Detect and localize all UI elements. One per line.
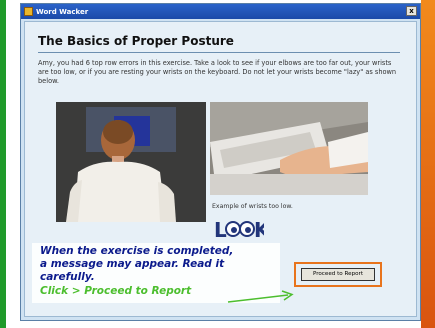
- lesson-intro: Amy, you had 6 top row errors in this ex…: [38, 59, 397, 85]
- look-eyes-icon: L K: [214, 218, 264, 240]
- pointer-arrow-icon: [227, 290, 294, 303]
- proceed-to-report-button[interactable]: Proceed to Report: [301, 268, 375, 281]
- note-line-2: a message may appear. Read it: [40, 258, 225, 270]
- note-line-1: When the exercise is completed,: [40, 245, 234, 257]
- wrist-photo-illustration: [210, 102, 368, 195]
- lesson-heading: The Basics of Proper Posture: [38, 34, 234, 48]
- posture-photo-wrists: [210, 102, 368, 195]
- photo-caption: Example of wrists too low.: [212, 203, 293, 210]
- child-photo-illustration: [56, 102, 206, 222]
- posture-photo-child: [56, 102, 206, 222]
- note-line-4: Click > Proceed to Report: [40, 285, 192, 297]
- title-bar: Word Wacker x: [21, 4, 420, 19]
- right-orange-stripe: [421, 0, 435, 328]
- svg-text:K: K: [254, 218, 264, 240]
- app-icon: [24, 7, 33, 16]
- left-green-stripe: [0, 0, 6, 328]
- close-button[interactable]: x: [406, 6, 417, 16]
- heading-divider: [38, 52, 400, 53]
- window-title: Word Wacker: [36, 7, 89, 16]
- note-line-3: carefully.: [40, 271, 95, 283]
